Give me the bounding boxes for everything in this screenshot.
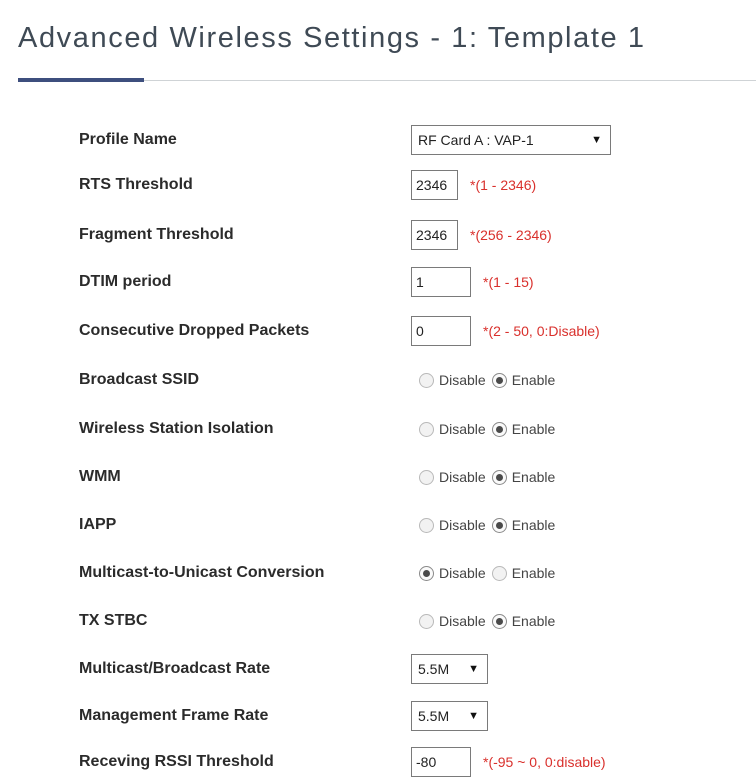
- station-isolation-label: Wireless Station Isolation: [79, 420, 274, 437]
- row-consecutive-dropped: Consecutive Dropped Packets *(2 - 50, 0:…: [0, 311, 756, 351]
- broadcast-ssid-disable-radio[interactable]: [419, 372, 434, 388]
- wmm-enable-radio[interactable]: [491, 469, 507, 485]
- row-broadcast-ssid: Broadcast SSID Disable Enable: [0, 360, 756, 400]
- dtim-period-input[interactable]: [411, 267, 471, 297]
- iapp-enable-label: Enable: [511, 517, 556, 533]
- broadcast-ssid-disable-label: Disable: [439, 372, 486, 388]
- tx-stbc-enable-label: Enable: [511, 613, 556, 629]
- row-tx-stbc: TX STBC Disable Enable: [0, 601, 756, 641]
- dropdown-arrow-icon: ▼: [468, 710, 479, 722]
- broadcast-ssid-enable-radio[interactable]: [491, 372, 507, 388]
- station-isolation-disable-label: Disable: [439, 421, 486, 437]
- dropdown-arrow-icon: ▼: [468, 663, 479, 675]
- rts-threshold-input[interactable]: [411, 170, 458, 200]
- multicast-unicast-disable-radio[interactable]: [419, 565, 434, 581]
- profile-name-label: Profile Name: [79, 131, 177, 148]
- wmm-disable-radio[interactable]: [419, 469, 434, 485]
- wmm-enable-label: Enable: [511, 469, 556, 485]
- tx-stbc-disable-radio[interactable]: [419, 613, 434, 629]
- row-iapp: IAPP Disable Enable: [0, 505, 756, 545]
- title-accent-bar: [18, 78, 144, 82]
- rts-threshold-label: RTS Threshold: [79, 176, 193, 193]
- multicast-unicast-enable-label: Enable: [511, 565, 556, 581]
- row-fragment-threshold: Fragment Threshold *(256 - 2346): [0, 215, 756, 255]
- profile-name-value: RF Card A : VAP-1: [418, 132, 534, 148]
- row-multicast-unicast: Multicast-to-Unicast Conversion Disable …: [0, 553, 756, 593]
- fragment-threshold-label: Fragment Threshold: [79, 226, 234, 243]
- fragment-threshold-input[interactable]: [411, 220, 458, 250]
- multicast-unicast-label: Multicast-to-Unicast Conversion: [79, 564, 325, 581]
- iapp-enable-radio[interactable]: [491, 517, 507, 533]
- multicast-unicast-enable-radio[interactable]: [491, 565, 507, 581]
- dropdown-arrow-icon: ▼: [591, 134, 602, 146]
- station-isolation-enable-radio[interactable]: [491, 421, 507, 437]
- broadcast-ssid-enable-label: Enable: [511, 372, 556, 388]
- iapp-disable-label: Disable: [439, 517, 486, 533]
- mgmt-frame-rate-select[interactable]: 5.5M ▼: [411, 701, 488, 731]
- consecutive-dropped-hint: *(2 - 50, 0:Disable): [483, 323, 600, 339]
- station-isolation-disable-radio[interactable]: [419, 421, 434, 437]
- wmm-label: WMM: [79, 468, 121, 485]
- row-station-isolation: Wireless Station Isolation Disable Enabl…: [0, 409, 756, 449]
- tx-stbc-enable-radio[interactable]: [491, 613, 507, 629]
- row-multicast-rate: Multicast/Broadcast Rate 5.5M ▼: [0, 649, 756, 689]
- broadcast-ssid-label: Broadcast SSID: [79, 371, 200, 388]
- profile-name-select[interactable]: RF Card A : VAP-1 ▼: [411, 125, 611, 155]
- consecutive-dropped-label: Consecutive Dropped Packets: [79, 322, 310, 339]
- page-title: Advanced Wireless Settings - 1: Template…: [18, 22, 646, 54]
- multicast-rate-label: Multicast/Broadcast Rate: [79, 660, 271, 677]
- dtim-period-hint: *(1 - 15): [483, 274, 534, 290]
- row-rts-threshold: RTS Threshold *(1 - 2346): [0, 165, 756, 205]
- row-mgmt-frame-rate: Management Frame Rate 5.5M ▼: [0, 696, 756, 736]
- iapp-label: IAPP: [79, 516, 117, 533]
- iapp-disable-radio[interactable]: [419, 517, 434, 533]
- fragment-threshold-hint: *(256 - 2346): [470, 227, 552, 243]
- row-rssi-threshold: Receving RSSI Threshold *(-95 ~ 0, 0:dis…: [0, 742, 756, 782]
- rts-threshold-hint: *(1 - 2346): [470, 177, 537, 193]
- multicast-rate-value: 5.5M: [418, 661, 450, 677]
- mgmt-frame-rate-label: Management Frame Rate: [79, 707, 269, 724]
- rssi-threshold-label: Receving RSSI Threshold: [79, 753, 274, 770]
- row-profile-name: Profile Name RF Card A : VAP-1 ▼: [0, 120, 756, 160]
- multicast-unicast-disable-label: Disable: [439, 565, 486, 581]
- rssi-threshold-hint: *(-95 ~ 0, 0:disable): [483, 754, 606, 770]
- dtim-period-label: DTIM period: [79, 273, 172, 290]
- wmm-disable-label: Disable: [439, 469, 486, 485]
- row-wmm: WMM Disable Enable: [0, 457, 756, 497]
- tx-stbc-disable-label: Disable: [439, 613, 486, 629]
- multicast-rate-select[interactable]: 5.5M ▼: [411, 654, 488, 684]
- tx-stbc-label: TX STBC: [79, 612, 148, 629]
- row-dtim-period: DTIM period *(1 - 15): [0, 262, 756, 302]
- station-isolation-enable-label: Enable: [511, 421, 556, 437]
- consecutive-dropped-input[interactable]: [411, 316, 471, 346]
- mgmt-frame-rate-value: 5.5M: [418, 708, 450, 724]
- rssi-threshold-input[interactable]: [411, 747, 471, 777]
